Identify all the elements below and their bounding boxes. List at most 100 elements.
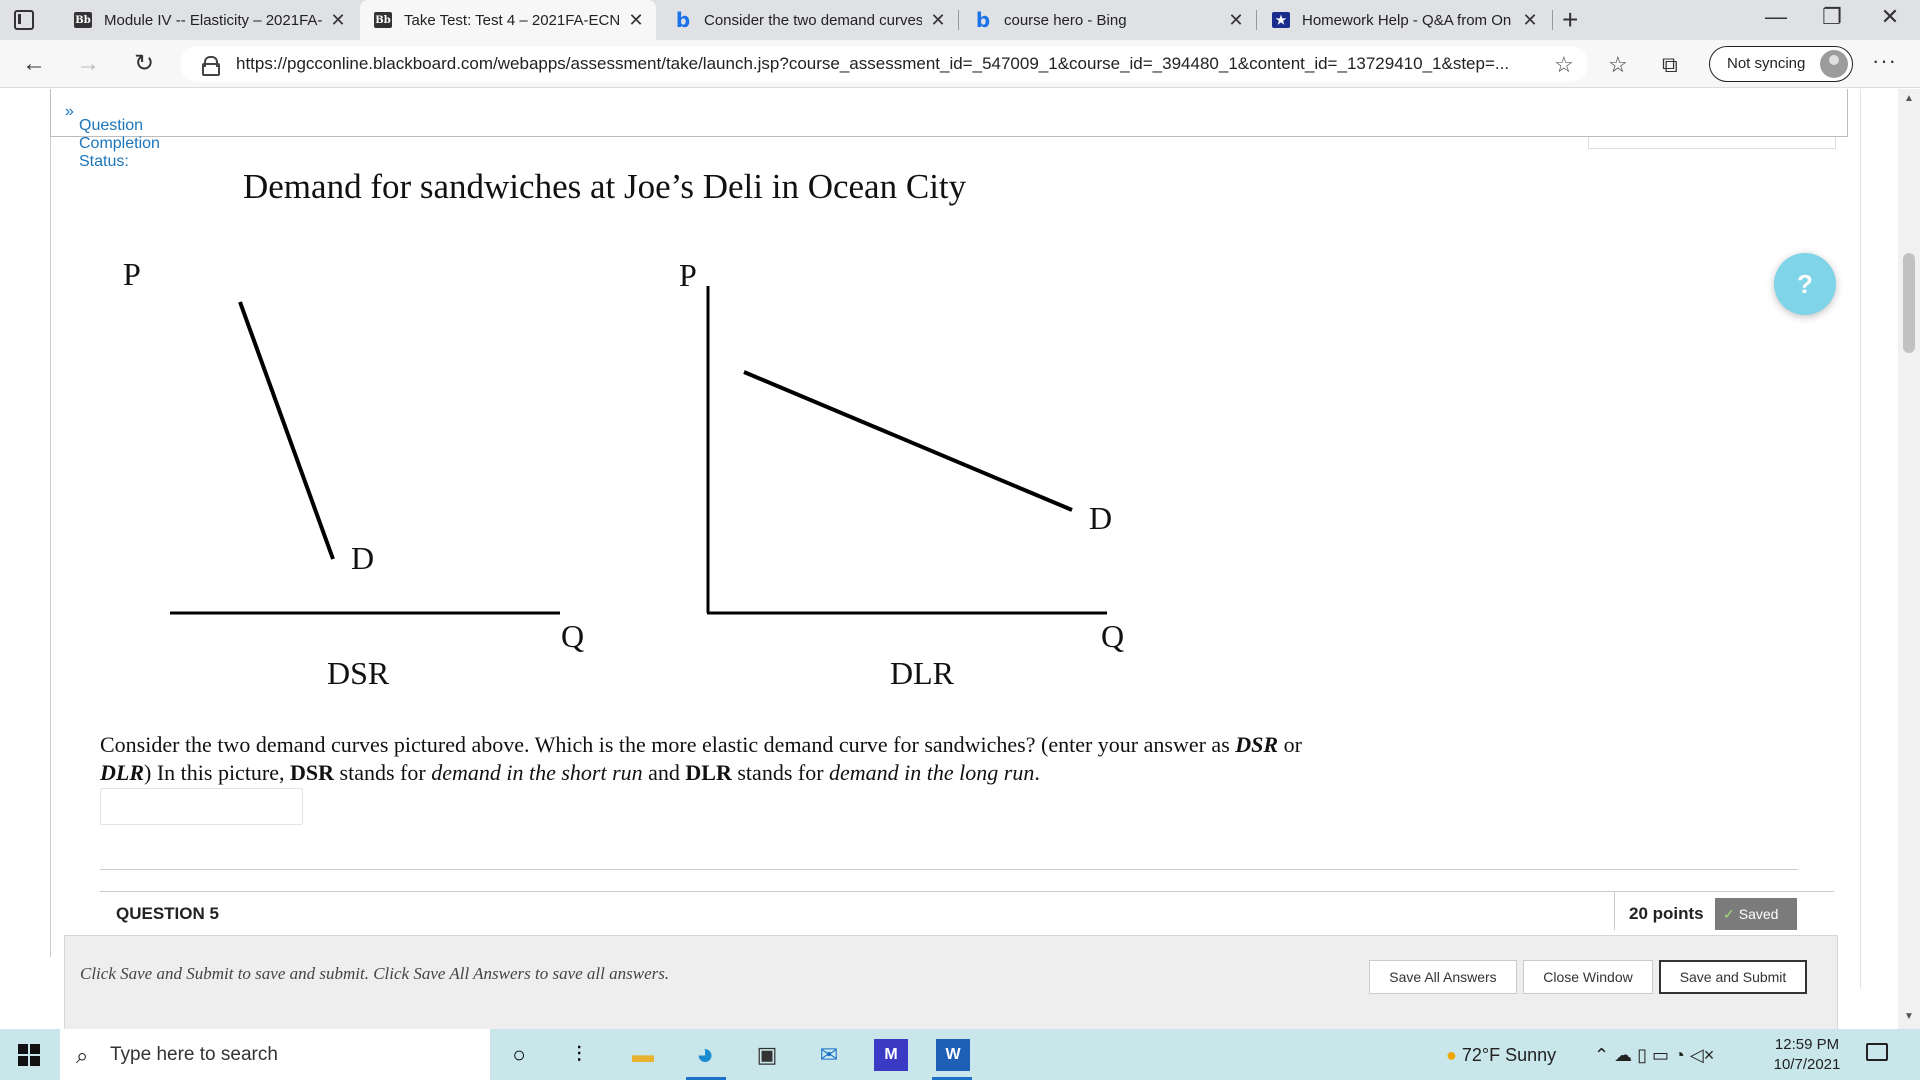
tab-title: Consider the two demand curves: [704, 11, 922, 29]
mail-icon[interactable]: ✉: [812, 1039, 846, 1071]
notifications-icon[interactable]: [1866, 1043, 1888, 1061]
question-5-points: 20 points: [1629, 904, 1704, 923]
taskbar-search[interactable]: ⌕ Type here to search: [60, 1029, 490, 1080]
app-icon[interactable]: M: [874, 1039, 908, 1071]
question-5-header: QUESTION 5 20 points ✓ Saved: [100, 891, 1834, 930]
question-divider: [100, 869, 1798, 870]
file-explorer-icon[interactable]: ▬: [626, 1039, 660, 1071]
scroll-up-icon[interactable]: ▲: [1904, 93, 1914, 104]
save-and-submit-button[interactable]: Save and Submit: [1659, 960, 1807, 994]
sun-icon: ●: [1446, 1045, 1457, 1065]
tab-separator: [1256, 10, 1257, 30]
scroll-thumb[interactable]: [1903, 253, 1915, 353]
back-arrow-icon[interactable]: ←: [18, 48, 50, 80]
check-icon: ✓: [1723, 906, 1735, 922]
profile-sync-button[interactable]: Not syncing: [1709, 46, 1853, 82]
close-tab-icon[interactable]: ✕: [930, 10, 946, 31]
question-text: Consider the two demand curves pictured …: [100, 731, 1400, 787]
windows-start-icon[interactable]: [18, 1044, 40, 1066]
saved-status-text: Saved: [1738, 906, 1779, 922]
tab-homework-help[interactable]: ★ Homework Help - Q&A from On ✕: [1258, 0, 1550, 40]
search-icon: ⌕: [76, 1043, 89, 1068]
star-icon: ★: [1272, 12, 1290, 28]
tab-separator: [1552, 10, 1553, 30]
answer-option-dsr: DSR: [1235, 732, 1279, 757]
question-part: and: [642, 760, 686, 785]
new-tab-button[interactable]: +: [1562, 4, 1578, 36]
address-bar[interactable]: https://pgcconline.blackboard.com/webapp…: [180, 46, 1588, 82]
definition-short-run: demand in the short run: [431, 760, 643, 785]
lock-icon[interactable]: [202, 56, 220, 76]
dlr-curve-label: D: [1089, 500, 1112, 536]
question-part: Consider the two demand curves pictured …: [100, 732, 1236, 757]
tab-actions-icon[interactable]: [14, 10, 34, 30]
page-scrollbar[interactable]: ▲ ▼: [1898, 89, 1920, 1029]
dlr-demand-curve: [743, 370, 1073, 512]
tab-strip: Bb Module IV -- Elasticity – 2021FA- ✕ B…: [0, 0, 1920, 40]
taskbar-clock[interactable]: 12:59 PM 10/7/2021: [1772, 1035, 1842, 1075]
help-question-button[interactable]: ?: [1774, 253, 1836, 315]
page-content: » Question Completion Status: Demand for…: [0, 89, 1920, 1029]
close-window-icon[interactable]: ✕: [1870, 4, 1910, 30]
save-all-answers-button[interactable]: Save All Answers: [1369, 960, 1517, 994]
tab-title: course hero - Bing: [1004, 11, 1127, 29]
demand-curves-figure: P D Q DSR P D Q DLR: [123, 256, 1124, 691]
restore-icon[interactable]: ❐: [1812, 4, 1852, 30]
dsr-curve-label: D: [351, 540, 374, 576]
question-part: stands for: [731, 760, 830, 785]
forward-arrow-icon[interactable]: →: [72, 48, 104, 80]
blackboard-icon: Bb: [74, 12, 92, 28]
blackboard-icon: Bb: [374, 12, 392, 28]
close-tab-icon[interactable]: ✕: [1522, 10, 1538, 31]
saved-status-badge: ✓ Saved: [1715, 898, 1797, 930]
term-dlr: DLR: [685, 760, 732, 785]
close-window-button[interactable]: Close Window: [1523, 960, 1653, 994]
minimize-icon[interactable]: —: [1756, 4, 1796, 30]
term-dsr: DSR: [290, 760, 335, 785]
clock-date: 10/7/2021: [1773, 1056, 1841, 1073]
close-tab-icon[interactable]: ✕: [1228, 10, 1244, 31]
sync-label: Not syncing: [1727, 55, 1806, 72]
answer-input[interactable]: [100, 788, 303, 825]
dsr-y-axis-label: P: [123, 256, 141, 292]
tab-bing-demand-curves[interactable]: b Consider the two demand curves ✕: [660, 0, 958, 40]
store-icon[interactable]: ▣: [750, 1039, 784, 1071]
question-part: stands for: [334, 760, 432, 785]
content-border: [1860, 89, 1861, 989]
submit-instructions: Click Save and Submit to save and submit…: [80, 964, 670, 983]
tray-icons[interactable]: ⌃ ☁ ▯ ▭ ◔ ◁×: [1594, 1045, 1714, 1066]
weather-text: 72°F Sunny: [1461, 1045, 1557, 1065]
bing-icon: b: [675, 8, 691, 32]
tab-separator: [958, 10, 959, 30]
close-tab-icon[interactable]: ✕: [330, 10, 346, 31]
avatar: [1820, 50, 1848, 78]
cortana-icon[interactable]: ○: [502, 1039, 536, 1071]
add-favorite-icon[interactable]: ☆: [1554, 52, 1574, 78]
favorites-icon[interactable]: ☆: [1608, 52, 1628, 78]
collections-icon[interactable]: ⧉: [1662, 52, 1678, 78]
dsr-demand-curve: [238, 301, 335, 560]
tab-take-test[interactable]: Bb Take Test: Test 4 – 2021FA-ECN-1 ✕: [360, 0, 656, 40]
tab-bing-course-hero[interactable]: b course hero - Bing ✕: [960, 0, 1256, 40]
tab-title: Homework Help - Q&A from On: [1302, 11, 1512, 29]
question-part: or: [1278, 732, 1302, 757]
tab-title: Module IV -- Elasticity – 2021FA-: [104, 11, 322, 29]
more-options-icon[interactable]: ···: [1872, 48, 1897, 74]
scroll-down-icon[interactable]: ▼: [1904, 1011, 1914, 1022]
submit-panel: Click Save and Submit to save and submit…: [64, 935, 1838, 1029]
tab-module-iv[interactable]: Bb Module IV -- Elasticity – 2021FA- ✕: [60, 0, 358, 40]
edge-icon[interactable]: ◕: [688, 1038, 722, 1071]
question-5-title: QUESTION 5: [116, 904, 219, 923]
dlr-x-axis-label: Q: [1101, 618, 1124, 654]
weather-widget[interactable]: ● 72°F Sunny: [1446, 1045, 1556, 1066]
refresh-icon[interactable]: ↻: [128, 48, 160, 80]
close-tab-icon[interactable]: ✕: [628, 10, 644, 31]
url-text[interactable]: https://pgcconline.blackboard.com/webapp…: [236, 54, 1526, 74]
task-view-icon[interactable]: ⫶: [562, 1039, 596, 1071]
dsr-caption: DSR: [327, 655, 390, 691]
bing-icon: b: [975, 8, 991, 32]
answer-option-dlr: DLR: [100, 760, 144, 785]
browser-toolbar: ← → ↻ https://pgcconline.blackboard.com/…: [0, 40, 1920, 88]
clock-time: 12:59 PM: [1774, 1036, 1840, 1053]
word-icon[interactable]: W: [936, 1039, 970, 1071]
